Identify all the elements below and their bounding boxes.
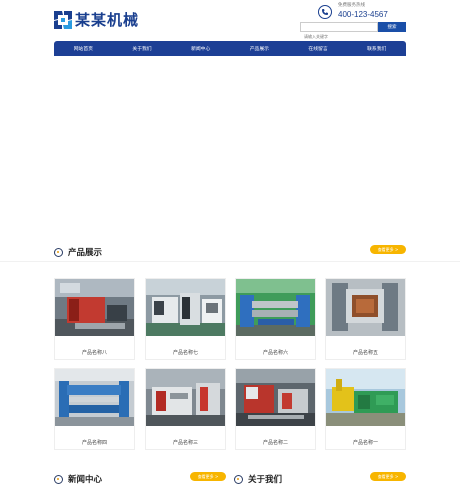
product-card[interactable]: 产品名称四 xyxy=(54,368,135,450)
products-section-title: 产品展示 xyxy=(68,248,103,258)
hero-banner[interactable] xyxy=(0,44,460,234)
rolling-machine-photo xyxy=(236,279,315,336)
site-header: 某某机械 免费服务热线 400-123-4567 搜索 xyxy=(0,0,460,41)
product-card[interactable]: 产品名称一 xyxy=(325,368,406,450)
hotline-number: 400-123-4567 xyxy=(338,10,388,19)
about-section-title: 关于我们 xyxy=(248,475,283,485)
nav-item-news[interactable]: 新闻中心 xyxy=(171,41,230,56)
search-box xyxy=(300,22,378,41)
news-watermark: NEWS CENTER xyxy=(96,468,183,480)
product-name[interactable]: 产品名称一 xyxy=(326,430,405,454)
main-nav: 网站首页 关于我们 新闻中心 产品展示 在线留言 联系我们 xyxy=(54,41,406,56)
product-name[interactable]: 产品名称六 xyxy=(236,340,315,364)
shearing-machine-photo xyxy=(146,369,225,426)
products-more-button[interactable]: 查看更多 > xyxy=(370,245,406,254)
banner-background xyxy=(0,44,460,234)
product-card[interactable]: 产品名称五 xyxy=(325,278,406,360)
nav-item-home[interactable]: 网站首页 xyxy=(54,41,113,56)
target-icon xyxy=(54,247,63,257)
target-icon xyxy=(234,474,243,484)
product-name[interactable]: 产品名称八 xyxy=(55,340,134,364)
about-section-header: 关于我们 xyxy=(234,473,282,485)
baler-machine-photo xyxy=(326,369,405,426)
product-name[interactable]: 产品名称五 xyxy=(326,340,405,364)
cnc-machine-photo xyxy=(146,279,225,336)
product-card[interactable]: 产品名称八 xyxy=(54,278,135,360)
products-section-header: 产品展示 xyxy=(54,246,102,258)
product-name[interactable]: 产品名称七 xyxy=(146,340,225,364)
target-icon xyxy=(54,474,63,484)
nav-item-about[interactable]: 关于我们 xyxy=(113,41,172,56)
logo-mark-icon xyxy=(54,10,72,29)
product-name[interactable]: 产品名称二 xyxy=(236,430,315,454)
product-card[interactable]: 产品名称七 xyxy=(145,278,226,360)
products-watermark: PRODUCT CENTER xyxy=(96,241,206,253)
workshop-machine-photo xyxy=(236,369,315,426)
news-section-title: 新闻中心 xyxy=(68,475,103,485)
hotline-label: 免费服务热线 xyxy=(338,3,365,8)
phone-icon xyxy=(318,5,332,19)
news-section-header: 新闻中心 xyxy=(54,473,102,485)
press-brake-photo xyxy=(55,369,134,426)
product-name[interactable]: 产品名称四 xyxy=(55,430,134,454)
search-button[interactable]: 搜索 xyxy=(378,22,406,32)
product-name[interactable]: 产品名称三 xyxy=(146,430,225,454)
nav-item-contact[interactable]: 联系我们 xyxy=(347,41,406,56)
press-frame-photo xyxy=(326,279,405,336)
nav-item-products[interactable]: 产品展示 xyxy=(230,41,289,56)
about-more-button[interactable]: 查看更多 > xyxy=(370,472,406,481)
logo[interactable]: 某某机械 xyxy=(54,9,139,30)
logo-text: 某某机械 xyxy=(75,11,140,29)
product-card[interactable]: 产品名称二 xyxy=(235,368,316,450)
product-card[interactable]: 产品名称六 xyxy=(235,278,316,360)
nav-item-message[interactable]: 在线留言 xyxy=(289,41,348,56)
factory-machine-photo xyxy=(55,279,134,336)
product-card[interactable]: 产品名称三 xyxy=(145,368,226,450)
section-divider xyxy=(0,261,460,262)
search-input[interactable] xyxy=(301,32,377,41)
printing-machine-image xyxy=(222,130,418,234)
hotline: 免费服务热线 400-123-4567 xyxy=(318,3,388,20)
news-more-button[interactable]: 查看更多 > xyxy=(190,472,226,481)
